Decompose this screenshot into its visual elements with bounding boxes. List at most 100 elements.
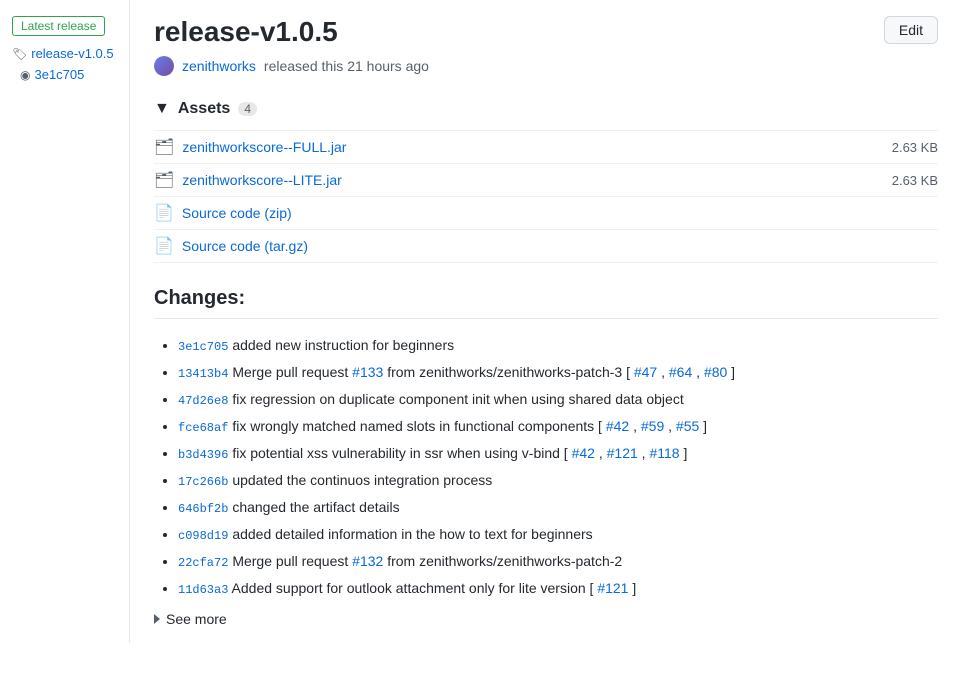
issue-link[interactable]: #55 xyxy=(676,418,699,434)
release-meta: zenithworks released this 21 hours ago xyxy=(154,56,938,76)
release-header: release-v1.0.5 Edit xyxy=(154,16,938,48)
comma: , xyxy=(599,445,607,461)
commit-message: changed the artifact details xyxy=(232,499,399,515)
comma: , xyxy=(661,364,669,380)
asset-left: 🗂 zenithworkscore--FULL.jar xyxy=(154,137,346,157)
issue-link[interactable]: #42 xyxy=(606,418,629,434)
asset-item: 📄 Source code (tar.gz) xyxy=(154,229,938,263)
asset-left: 📄 Source code (zip) xyxy=(154,203,292,223)
commit-message: added new instruction for beginners xyxy=(232,337,454,353)
commit-message-cont: from zenithworks/zenithworks-patch-3 [ xyxy=(387,364,634,380)
asset-link-4[interactable]: Source code (tar.gz) xyxy=(182,238,308,254)
comma: , xyxy=(633,418,641,434)
list-item: 13413b4 Merge pull request #133 from zen… xyxy=(178,362,938,383)
asset-link-2[interactable]: zenithworkscore--LITE.jar xyxy=(182,172,342,188)
commit-message: added detailed information in the how to… xyxy=(232,526,592,542)
list-item: b3d4396 fix potential xss vulnerability … xyxy=(178,443,938,464)
assets-list: 🗂 zenithworkscore--FULL.jar 2.63 KB 🗂 ze… xyxy=(154,130,938,263)
pr-link[interactable]: #132 xyxy=(352,553,383,569)
commit-message: fix potential xss vulnerability in ssr w… xyxy=(232,445,571,461)
asset-item: 🗂 zenithworkscore--LITE.jar 2.63 KB xyxy=(154,163,938,196)
comma: , xyxy=(668,418,676,434)
list-item: 47d26e8 fix regression on duplicate comp… xyxy=(178,389,938,410)
commit-hash[interactable]: 646bf2b xyxy=(178,502,228,516)
chevron-right-icon xyxy=(154,614,160,624)
list-item: 17c266b updated the continuos integratio… xyxy=(178,470,938,491)
assets-count: 4 xyxy=(238,102,257,116)
commit-hash[interactable]: 11d63a3 xyxy=(178,583,228,597)
assets-section: ▼ Assets 4 🗂 zenithworkscore--FULL.jar 2… xyxy=(154,100,938,263)
bracket-close: ] xyxy=(731,364,735,380)
zip-icon: 📄 xyxy=(154,203,174,223)
list-item: 3e1c705 added new instruction for beginn… xyxy=(178,335,938,356)
issue-link[interactable]: #80 xyxy=(704,364,727,380)
commit-hash[interactable]: fce68af xyxy=(178,421,228,435)
list-item: 11d63a3 Added support for outlook attach… xyxy=(178,578,938,599)
tag-icon: 🏷 xyxy=(12,47,27,61)
commit-hash[interactable]: 17c266b xyxy=(178,475,228,489)
asset-item: 📄 Source code (zip) xyxy=(154,196,938,229)
see-more[interactable]: See more xyxy=(154,611,938,627)
bracket-close: ] xyxy=(683,445,687,461)
release-title: release-v1.0.5 xyxy=(154,16,338,48)
author-link[interactable]: zenithworks xyxy=(182,58,256,74)
commit-message: updated the continuos integration proces… xyxy=(232,472,492,488)
commit-icon: ◉ xyxy=(20,68,30,82)
release-meta-text: released this 21 hours ago xyxy=(264,58,429,74)
issue-link[interactable]: #118 xyxy=(649,445,679,461)
pr-link[interactable]: #133 xyxy=(352,364,383,380)
sidebar: Latest release 🏷 release-v1.0.5 ◉ 3e1c70… xyxy=(0,0,130,643)
commit-message-cont: from zenithworks/zenithworks-patch-2 xyxy=(387,553,622,569)
commit-list: 3e1c705 added new instruction for beginn… xyxy=(154,335,938,599)
jar-icon-2: 🗂 xyxy=(154,170,174,190)
asset-left: 📄 Source code (tar.gz) xyxy=(154,236,308,256)
issue-link[interactable]: #42 xyxy=(572,445,595,461)
commit-hash[interactable]: 13413b4 xyxy=(178,367,228,381)
comma: , xyxy=(696,364,704,380)
commit-hash[interactable]: 22cfa72 xyxy=(178,556,228,570)
targz-icon: 📄 xyxy=(154,236,174,256)
changes-section: Changes: 3e1c705 added new instruction f… xyxy=(154,287,938,627)
commit-hash[interactable]: c098d19 xyxy=(178,529,228,543)
collapse-icon: ▼ xyxy=(154,100,170,118)
issue-link[interactable]: #121 xyxy=(597,580,628,596)
asset-link-3[interactable]: Source code (zip) xyxy=(182,205,292,221)
list-item: 646bf2b changed the artifact details xyxy=(178,497,938,518)
assets-title: Assets xyxy=(178,100,230,118)
commit-message: Merge pull request xyxy=(232,553,352,569)
avatar xyxy=(154,56,174,76)
sidebar-commit-label: 3e1c705 xyxy=(34,67,84,82)
asset-size-1: 2.63 KB xyxy=(892,140,938,155)
sidebar-commit[interactable]: ◉ 3e1c705 xyxy=(20,67,117,82)
commit-message: Added support for outlook attachment onl… xyxy=(232,580,598,596)
commit-message: fix regression on duplicate component in… xyxy=(232,391,683,407)
list-item: c098d19 added detailed information in th… xyxy=(178,524,938,545)
avatar-image xyxy=(154,56,174,76)
bracket-close: ] xyxy=(703,418,707,434)
list-item: fce68af fix wrongly matched named slots … xyxy=(178,416,938,437)
issue-link[interactable]: #64 xyxy=(669,364,692,380)
asset-link-1[interactable]: zenithworkscore--FULL.jar xyxy=(182,139,346,155)
main-content: release-v1.0.5 Edit zenithworks released… xyxy=(130,0,962,643)
list-item: 22cfa72 Merge pull request #132 from zen… xyxy=(178,551,938,572)
assets-header[interactable]: ▼ Assets 4 xyxy=(154,100,938,118)
see-more-label: See more xyxy=(166,611,227,627)
commit-hash[interactable]: 47d26e8 xyxy=(178,394,228,408)
jar-icon-1: 🗂 xyxy=(154,137,174,157)
commit-message: Merge pull request xyxy=(232,364,352,380)
commit-hash[interactable]: b3d4396 xyxy=(178,448,228,462)
issue-link[interactable]: #47 xyxy=(634,364,657,380)
commit-hash[interactable]: 3e1c705 xyxy=(178,340,228,354)
sidebar-tag-label: release-v1.0.5 xyxy=(31,46,113,61)
asset-left: 🗂 zenithworkscore--LITE.jar xyxy=(154,170,342,190)
bracket-close: ] xyxy=(632,580,636,596)
latest-release-badge: Latest release xyxy=(12,16,105,36)
issue-link[interactable]: #121 xyxy=(607,445,638,461)
issue-link[interactable]: #59 xyxy=(641,418,664,434)
asset-item: 🗂 zenithworkscore--FULL.jar 2.63 KB xyxy=(154,130,938,163)
edit-button[interactable]: Edit xyxy=(884,16,938,44)
commit-message: fix wrongly matched named slots in funct… xyxy=(232,418,606,434)
asset-size-2: 2.63 KB xyxy=(892,173,938,188)
changes-title: Changes: xyxy=(154,287,938,319)
sidebar-tag[interactable]: 🏷 release-v1.0.5 xyxy=(12,46,117,61)
